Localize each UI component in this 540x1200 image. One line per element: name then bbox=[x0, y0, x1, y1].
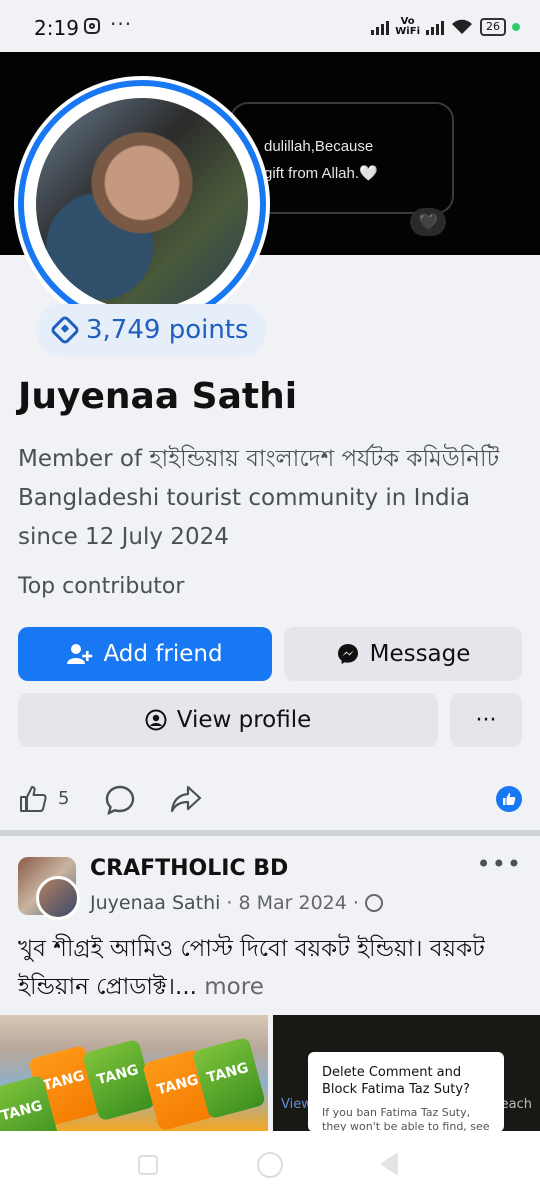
vowifi-icon: Vo WiFi bbox=[395, 16, 420, 37]
view-profile-button[interactable]: View profile bbox=[18, 693, 438, 747]
meta-separator-2: · bbox=[352, 892, 359, 914]
wifi-icon bbox=[452, 19, 472, 34]
like-icon[interactable] bbox=[18, 784, 48, 814]
post-text: খুব শীগ্রই আমিও পোস্ট দিবো বয়কট ইন্ডিয়… bbox=[18, 930, 528, 1006]
see-more-link[interactable]: more bbox=[204, 974, 264, 1000]
post-options-button[interactable]: ••• bbox=[477, 850, 522, 878]
post-author[interactable]: Juyenaa Sathi bbox=[90, 892, 220, 914]
status-time: 2:19 bbox=[34, 16, 79, 40]
profile-avatar[interactable] bbox=[14, 76, 270, 332]
home-button-icon[interactable] bbox=[257, 1152, 283, 1178]
comment-icon[interactable] bbox=[104, 784, 136, 816]
recents-button-icon[interactable] bbox=[138, 1155, 158, 1175]
more-notifications-icon: ··· bbox=[110, 12, 133, 36]
post-date[interactable]: 8 Mar 2024 bbox=[238, 892, 346, 914]
post-group-name[interactable]: CRAFTHOLIC BD bbox=[90, 856, 288, 881]
embedded-dialog: Delete Comment and Block Fatima Taz Suty… bbox=[308, 1052, 504, 1133]
image-each-text: each bbox=[500, 1097, 532, 1112]
status-indicators: Vo WiFi 26 bbox=[371, 14, 520, 40]
meta-separator: · bbox=[226, 892, 233, 914]
cover-text-line-1: dulillah,Because bbox=[264, 138, 374, 155]
post-image-tang[interactable]: TANG TANG TANG TANG TANG bbox=[0, 1015, 268, 1131]
profile-name: Juyenaa Sathi bbox=[18, 376, 298, 417]
add-friend-button[interactable]: Add friend bbox=[18, 627, 272, 681]
add-friend-icon bbox=[67, 644, 93, 664]
points-icon bbox=[49, 314, 81, 346]
points-badge[interactable]: 3,749 points bbox=[36, 304, 266, 356]
avatar-photo bbox=[36, 98, 248, 310]
signal-1-icon bbox=[371, 19, 390, 35]
dialog-subtitle: If you ban Fatima Taz Suty, they won't b… bbox=[322, 1106, 490, 1133]
dialog-title: Delete Comment and Block Fatima Taz Suty… bbox=[322, 1065, 470, 1097]
profile-description: Member of হাইন্ডিয়ায় বাংলাদেশ পর্যটক ক… bbox=[18, 446, 500, 550]
add-friend-label: Add friend bbox=[103, 641, 223, 667]
instagram-notification-icon bbox=[84, 18, 100, 34]
profile-icon bbox=[145, 709, 167, 731]
cover-text-line-2: gift from Allah.🤍 bbox=[264, 165, 378, 182]
heart-reaction-icon: 🖤 bbox=[410, 208, 446, 236]
reaction-row: 5 bbox=[18, 780, 522, 818]
top-contributor-label: Top contributor bbox=[18, 574, 185, 599]
post-meta: Juyenaa Sathi · 8 Mar 2024 · bbox=[90, 892, 383, 914]
like-reaction-icon bbox=[496, 786, 522, 812]
battery-icon: 26 bbox=[480, 18, 506, 36]
view-profile-label: View profile bbox=[176, 707, 312, 733]
message-label: Message bbox=[369, 641, 471, 667]
signal-2-icon bbox=[426, 19, 444, 35]
points-label: 3,749 points bbox=[86, 315, 249, 345]
back-button-icon[interactable] bbox=[380, 1152, 398, 1176]
section-divider bbox=[0, 830, 540, 836]
messenger-icon bbox=[337, 644, 358, 664]
status-bar: 2:19 ··· Vo WiFi 26 bbox=[0, 0, 540, 52]
message-button[interactable]: Message bbox=[284, 627, 522, 681]
author-avatar[interactable] bbox=[36, 876, 80, 920]
more-options-button[interactable]: ··· bbox=[450, 693, 522, 747]
like-count: 5 bbox=[58, 788, 70, 809]
share-icon[interactable] bbox=[170, 784, 202, 814]
audience-icon bbox=[364, 894, 383, 912]
active-dot-icon bbox=[512, 23, 520, 31]
